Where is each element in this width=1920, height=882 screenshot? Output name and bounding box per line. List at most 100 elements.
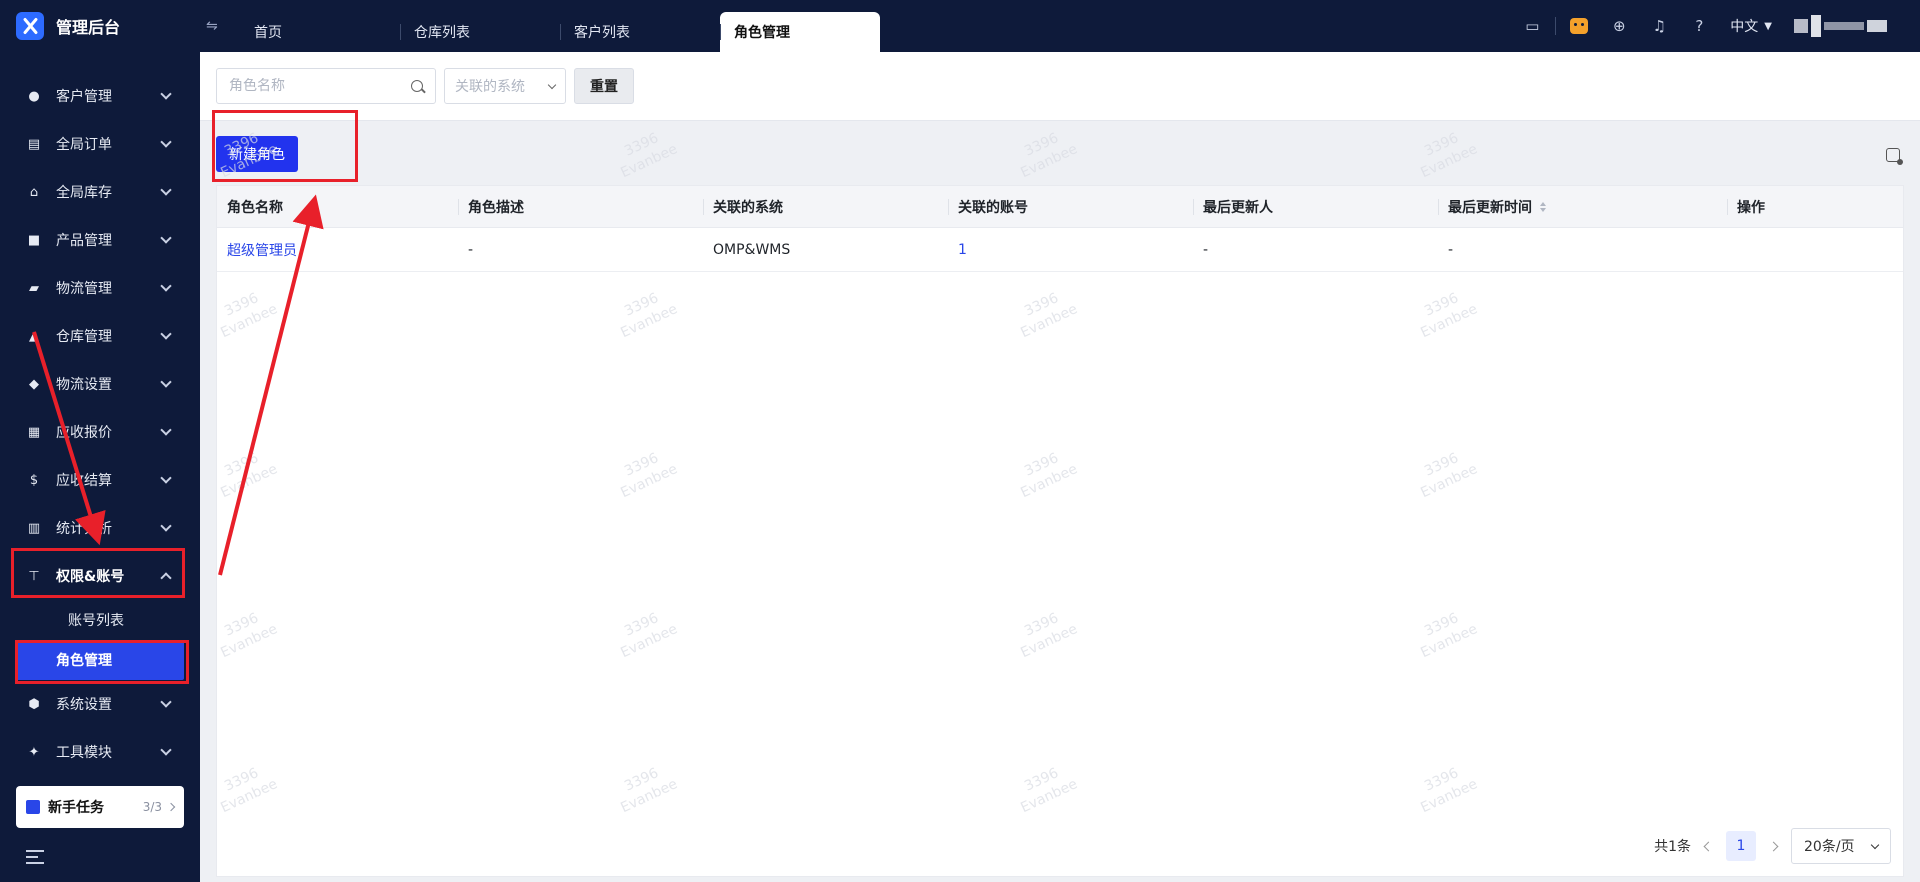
users-icon: ● xyxy=(28,88,40,104)
role-name-link[interactable]: 超级管理员 xyxy=(217,228,458,271)
sidebar-item-label: 物流设置 xyxy=(56,377,112,393)
last-updater-cell: - xyxy=(1203,241,1209,258)
tab-home[interactable]: 首页 xyxy=(240,12,400,52)
sidebar-item-tool-module[interactable]: ✦ 工具模块 xyxy=(0,728,200,776)
actions-cell xyxy=(1727,228,1903,271)
column-header-role-description: 角色描述 xyxy=(458,186,703,227)
collapse-toggle-icon[interactable]: ⇋ xyxy=(206,18,224,34)
chevron-down-icon xyxy=(160,696,172,708)
column-header-last-updater: 最后更新人 xyxy=(1193,186,1438,227)
sidebar-item-customer-management[interactable]: ● 客户管理 xyxy=(0,72,200,120)
page-size-label: 20条/页 xyxy=(1804,839,1855,855)
sidebar-item-label: 物流管理 xyxy=(56,281,112,297)
sidebar-item-label: 全局库存 xyxy=(56,185,112,201)
sidebar-item-statistics[interactable]: ▥ 统计分析 xyxy=(0,504,200,552)
search-icon[interactable] xyxy=(411,80,423,92)
annotation-box-new-role xyxy=(212,110,358,182)
linked-system-cell: OMP&WMS xyxy=(713,241,791,258)
help-icon[interactable]: ? xyxy=(1690,17,1708,35)
sidebar-item-receivable-quote[interactable]: ▦ 应收报价 xyxy=(0,408,200,456)
chevron-right-icon[interactable] xyxy=(1768,841,1779,851)
reset-button[interactable]: 重置 xyxy=(574,68,634,104)
header-divider xyxy=(1555,17,1557,35)
chevron-down-icon xyxy=(160,136,172,148)
system-select[interactable]: 关联的系统 xyxy=(444,68,566,104)
sidebar-item-logistics-settings[interactable]: ◆ 物流设置 xyxy=(0,360,200,408)
tab-bar: 首页 仓库列表 客户列表 角色管理 xyxy=(240,0,880,52)
role-name-search[interactable] xyxy=(216,68,436,104)
chevron-down-icon xyxy=(160,88,172,100)
app-logo[interactable]: 管理后台 xyxy=(0,0,200,52)
wrench-icon: ✦ xyxy=(28,744,40,760)
column-header-role-name: 角色名称 xyxy=(227,199,283,216)
column-header-last-updated-time[interactable]: 最后更新时间 xyxy=(1438,186,1727,227)
user-avatar[interactable] xyxy=(1794,6,1904,46)
pagination-total: 共1条 xyxy=(1654,839,1691,855)
menu-fold-icon[interactable] xyxy=(26,850,44,864)
sidebar-item-receivable-settlement[interactable]: $ 应收结算 xyxy=(0,456,200,504)
tab-label: 首页 xyxy=(254,25,282,41)
table-header: 角色名称 角色描述 关联的系统 关联的账号 最后更新人 最后更新时间 操作 xyxy=(217,186,1903,228)
page-number-button[interactable]: 1 xyxy=(1726,831,1756,861)
role-name-input[interactable] xyxy=(229,78,411,94)
dollar-icon: $ xyxy=(29,472,39,488)
tab-label: 客户列表 xyxy=(574,25,630,41)
document-icon: ▦ xyxy=(27,424,41,440)
chart-icon: ▥ xyxy=(27,520,41,536)
chevron-down-icon xyxy=(160,424,172,436)
linked-accounts-link[interactable]: 1 xyxy=(948,228,1193,271)
language-label: 中文 xyxy=(1730,19,1759,35)
tab-customer-list[interactable]: 客户列表 xyxy=(560,12,720,52)
task-icon xyxy=(26,800,40,814)
chevron-down-icon xyxy=(160,472,172,484)
main-content: 关联的系统 重置 新建角色 角色名称 角色描述 关联的系统 关联的账号 最后更新… xyxy=(200,52,1920,882)
tab-label: 角色管理 xyxy=(734,25,790,41)
sidebar-subitem-label: 账号列表 xyxy=(68,613,124,629)
chevron-down-icon xyxy=(1870,840,1880,849)
page-size-select[interactable]: 20条/页 xyxy=(1791,828,1891,864)
roles-table: 角色名称 角色描述 关联的系统 关联的账号 最后更新人 最后更新时间 操作 超级… xyxy=(216,185,1904,877)
app-title: 管理后台 xyxy=(56,18,121,37)
column-header-linked-system: 关联的系统 xyxy=(703,186,948,227)
download-icon[interactable]: ⊕ xyxy=(1610,17,1628,35)
logo-icon xyxy=(16,12,44,40)
chevron-left-icon[interactable] xyxy=(1703,841,1714,851)
tab-warehouse-list[interactable]: 仓库列表 xyxy=(400,12,560,52)
caret-down-icon: ▼ xyxy=(1764,20,1772,32)
robot-icon[interactable] xyxy=(1570,18,1589,34)
warehouse-icon: ⌂ xyxy=(29,184,39,200)
sidebar-item-global-inventory[interactable]: ⌂ 全局库存 xyxy=(0,168,200,216)
top-bar: 管理后台 ⇋ 首页 仓库列表 客户列表 角色管理 ▭ ⊕ ♫ ? 中文 ▼ xyxy=(0,0,1920,52)
sidebar-item-global-orders[interactable]: ▤ 全局订单 xyxy=(0,120,200,168)
sidebar-item-logistics-management[interactable]: ▰ 物流管理 xyxy=(0,264,200,312)
sidebar-item-label: 全局订单 xyxy=(56,137,112,153)
system-select-placeholder: 关联的系统 xyxy=(455,79,525,95)
newbie-task-card[interactable]: 新手任务 3/3 xyxy=(16,786,184,828)
header-actions: ▭ ⊕ ♫ ? 中文 ▼ xyxy=(1523,0,1920,52)
chevron-down-icon xyxy=(160,376,172,388)
sort-icon[interactable] xyxy=(1540,201,1546,212)
chevron-down-icon xyxy=(160,520,172,532)
bell-icon[interactable]: ♫ xyxy=(1650,17,1668,35)
chevron-down-icon xyxy=(547,80,557,89)
sidebar-item-label: 应收结算 xyxy=(56,473,112,489)
sidebar-item-label: 系统设置 xyxy=(56,697,112,713)
column-settings-icon[interactable] xyxy=(1886,148,1903,165)
sidebar-item-product-management[interactable]: ■ 产品管理 xyxy=(0,216,200,264)
building-icon: ▲ xyxy=(29,328,39,344)
role-description-cell: - xyxy=(468,241,474,258)
truck-icon: ▰ xyxy=(29,280,39,296)
column-header-label: 最后更新时间 xyxy=(1448,199,1532,216)
pagination: 共1条 1 20条/页 xyxy=(1654,828,1891,864)
language-switcher[interactable]: 中文 ▼ xyxy=(1730,16,1772,36)
hexagon-settings-icon: ⬢ xyxy=(28,696,40,712)
table-row: 超级管理员 - OMP&WMS 1 - - xyxy=(217,228,1903,272)
newbie-task-label: 新手任务 xyxy=(48,800,104,816)
sidebar-item-label: 应收报价 xyxy=(56,425,112,441)
sidebar-subitem-account-list[interactable]: 账号列表 xyxy=(12,600,188,640)
inbox-icon[interactable]: ▭ xyxy=(1523,17,1541,35)
sidebar-item-system-settings[interactable]: ⬢ 系统设置 xyxy=(0,680,200,728)
tab-role-management[interactable]: 角色管理 xyxy=(720,12,880,52)
sidebar-item-label: 客户管理 xyxy=(56,89,112,105)
sidebar-item-warehouse-management[interactable]: ▲ 仓库管理 xyxy=(0,312,200,360)
